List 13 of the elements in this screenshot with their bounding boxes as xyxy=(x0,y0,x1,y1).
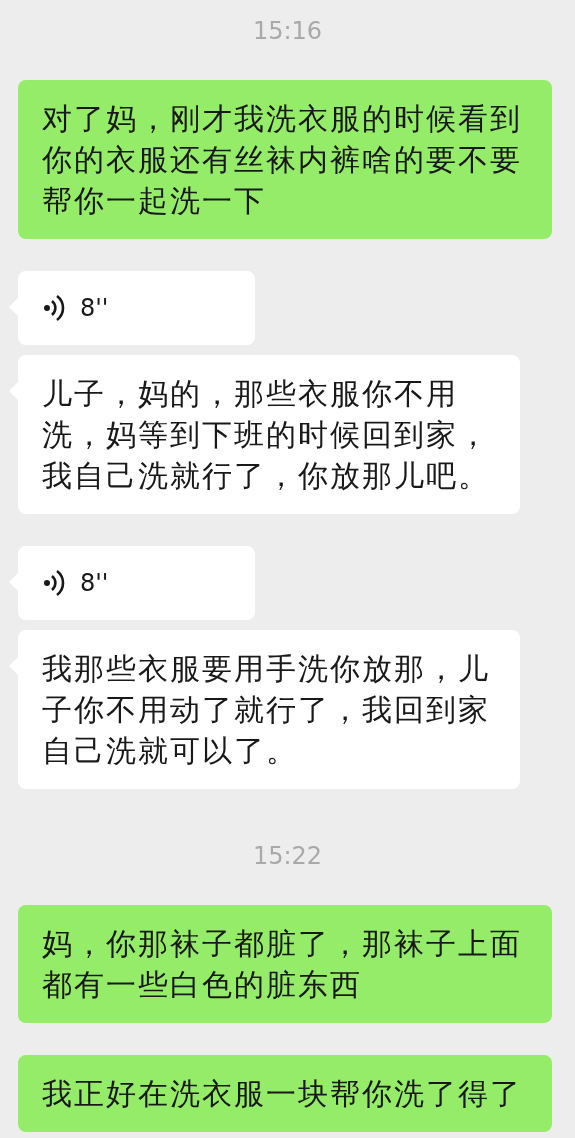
message-bubble: 我那些衣服要用手洗你放那，儿子你不用动了就行了，我回到家自己洗就可以了。 xyxy=(18,630,520,789)
sound-wave-icon xyxy=(42,294,66,322)
message-bubble: 对了妈，刚才我洗衣服的时候看到你的衣服还有丝袜内裤啥的要不要帮你一起洗一下 xyxy=(18,80,552,239)
message-bubble: 妈，你那袜子都脏了，那袜子上面都有一些白色的脏东西 xyxy=(18,905,552,1023)
voice-duration: 8'' xyxy=(80,293,109,324)
timestamp: 15:16 xyxy=(252,16,323,47)
sound-wave-icon xyxy=(42,569,66,597)
voice-message[interactable]: 8'' xyxy=(18,546,255,620)
message-bubble: 我正好在洗衣服一块帮你洗了得了 xyxy=(18,1055,552,1132)
message-bubble: 儿子，妈的，那些衣服你不用洗，妈等到下班的时候回到家，我自己洗就行了，你放那儿吧。 xyxy=(18,355,520,514)
voice-duration: 8'' xyxy=(80,568,109,599)
timestamp: 15:22 xyxy=(252,841,323,872)
voice-message[interactable]: 8'' xyxy=(18,271,255,345)
